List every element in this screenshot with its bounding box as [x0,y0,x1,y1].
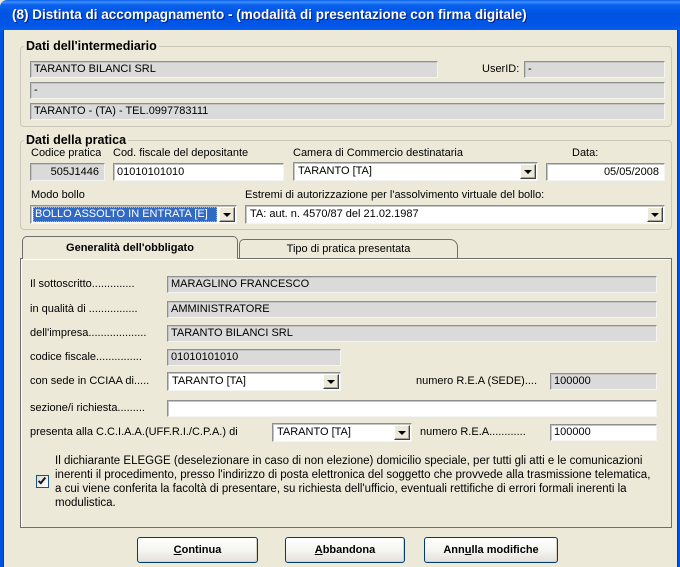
elezione-text-line: a cui viene conferita la facoltà di pres… [55,483,627,495]
camera-commercio-value: TARANTO [TA] [298,165,372,177]
qualita-field[interactable]: AMMINISTRATORE [167,301,657,318]
abbandona-button-label: Abbandona [314,544,376,556]
codice-pratica-label: Codice pratica [31,147,102,159]
chevron-down-icon [223,213,231,217]
presenta-cciaa-select[interactable]: TARANTO [TA] [272,423,412,442]
presenta-cciaa-dropdown-button[interactable] [394,425,410,440]
elezione-domicilio-checkbox[interactable] [36,475,49,488]
cf-depositante-field[interactable]: 01010101010 [113,163,284,181]
sezioni-label: sezione/i richiesta......... [30,402,145,414]
userid-field[interactable]: - [524,61,665,78]
estremi-autorizzazione-select[interactable]: TA: aut. n. 4570/87 del 21.02.1987 [245,205,665,224]
tab-label: Tipo di pratica presentata [286,243,411,255]
chevron-down-icon [398,431,406,435]
intermediario-line2-field[interactable]: - [30,82,665,99]
codice-fiscale-field[interactable]: 01010101010 [167,349,341,366]
camera-dropdown-button[interactable] [520,164,536,179]
sottoscritto-label: Il sottoscritto.............. [30,278,135,290]
rea-field[interactable]: 100000 [550,424,657,441]
presenta-cciaa-value: TARANTO [TA] [277,426,351,438]
tab-label: Generalità dell'obbligato [66,242,194,254]
sede-cciaa-label: con sede in CCIAA di..... [30,375,150,387]
elezione-text-line: Il dichiarante ELEGGE (deselezionare in … [55,455,643,467]
estremi-autorizzazione-label: Estremi di autorizzazione per l'assolvim… [245,189,545,201]
elezione-domicilio-text: Il dichiarante ELEGGE (deselezionare in … [55,454,670,510]
userid-label: UserID: [482,63,520,75]
continua-button[interactable]: Continua [137,537,258,563]
codice-pratica-field[interactable]: 505J1446 [30,163,105,181]
modo-bollo-label: Modo bollo [31,189,85,201]
presenta-cciaa-label: presenta alla C.C.I.A.A.(UFF.R.I./C.P.A.… [30,426,238,438]
window-title: (8) Distinta di accompagnamento - (modal… [12,7,527,22]
qualita-label: in qualità di ................ [30,303,138,315]
window-frame-left [0,30,4,567]
camera-commercio-label: Camera di Commercio destinataria [293,147,463,159]
sezioni-field[interactable] [167,400,657,417]
tab-tipo-pratica[interactable]: Tipo di pratica presentata [239,239,458,259]
sede-cciaa-select[interactable]: TARANTO [TA] [167,372,341,391]
modo-bollo-select[interactable]: BOLLO ASSOLTO IN ENTRATA [E] [30,205,237,224]
modo-bollo-dropdown-button[interactable] [219,207,235,222]
tab-generalita-obbligato[interactable]: Generalità dell'obbligato [22,236,238,259]
elezione-text-line: inerenti il procedimento, presso l'indir… [55,469,651,481]
chevron-down-icon [327,380,335,384]
dialog-window: (8) Distinta di accompagnamento - (modal… [0,0,680,567]
title-bar[interactable]: (8) Distinta di accompagnamento - (modal… [0,0,680,30]
intermediario-legend: Dati dell'intermediario [24,39,159,53]
intermediario-address-field[interactable]: TARANTO - (TA) - TEL.0997783111 [30,103,665,120]
impresa-field[interactable]: TARANTO BILANCI SRL [167,325,657,342]
checkmark-icon [37,475,47,485]
continua-button-label: Continua [173,544,222,556]
codice-fiscale-label: codice fiscale............... [30,351,142,363]
camera-commercio-select[interactable]: TARANTO [TA] [293,162,538,181]
data-field[interactable]: 05/05/2008 [546,163,665,181]
annulla-modifiche-button[interactable]: Annulla modifiche [424,537,558,563]
rea-sede-field[interactable]: 100000 [550,373,657,390]
estremi-dropdown-button[interactable] [647,207,663,222]
sede-cciaa-dropdown-button[interactable] [323,374,339,389]
chevron-down-icon [651,213,659,217]
rea-label: numero R.E.A............ [420,426,526,438]
impresa-label: dell'impresa................... [30,327,147,339]
sede-cciaa-value: TARANTO [TA] [172,375,246,387]
data-label: Data: [572,147,599,159]
abbandona-button[interactable]: Abbandona [285,537,405,563]
modo-bollo-value: BOLLO ASSOLTO IN ENTRATA [E] [33,207,217,222]
chevron-down-icon [524,170,532,174]
cf-depositante-label: Cod. fiscale del depositante [113,147,249,159]
annulla-modifiche-button-label: Annulla modifiche [443,544,539,556]
elezione-text-line: modulistica. [55,497,116,509]
intermediario-name-field[interactable]: TARANTO BILANCI SRL [30,61,438,78]
rea-sede-label: numero R.E.A (SEDE).... [416,375,538,387]
estremi-autorizzazione-value: TA: aut. n. 4570/87 del 21.02.1987 [250,208,419,220]
sottoscritto-field[interactable]: MARAGLINO FRANCESCO [167,276,657,293]
